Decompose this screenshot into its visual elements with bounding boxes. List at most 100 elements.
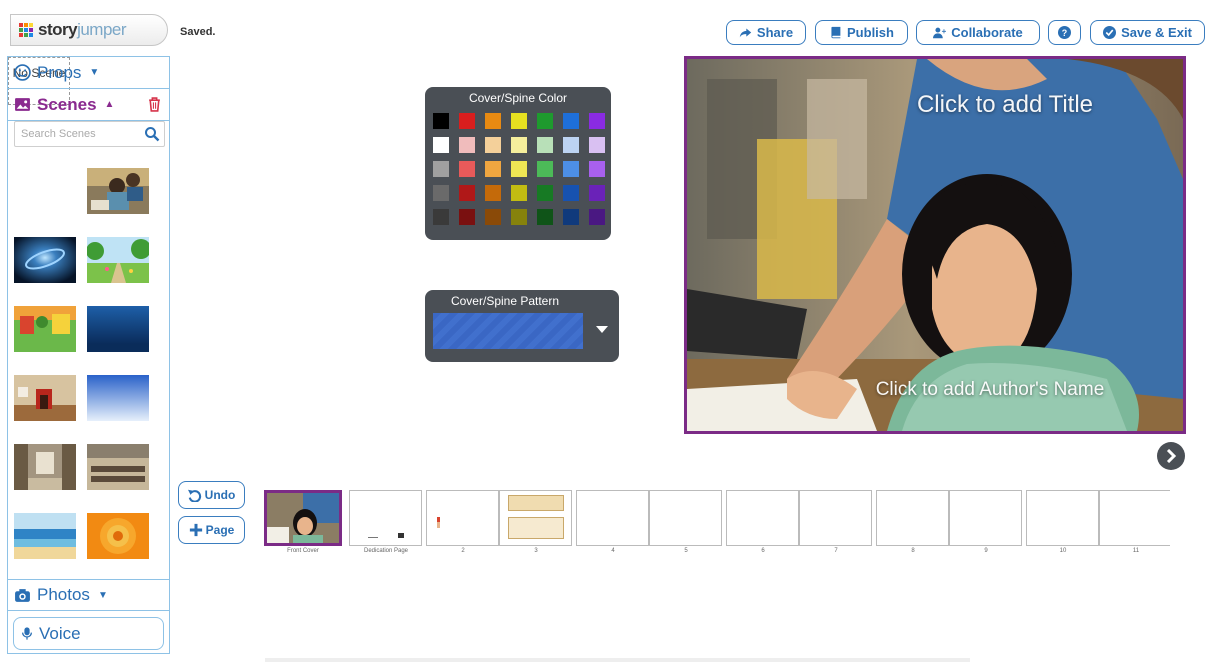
color-swatch[interactable] bbox=[537, 161, 553, 177]
scene-thumb-room[interactable] bbox=[14, 375, 76, 421]
scene-thumb-cafeteria[interactable] bbox=[87, 444, 149, 490]
color-swatch[interactable] bbox=[459, 113, 475, 129]
add-page-button[interactable]: Page bbox=[178, 516, 245, 544]
scene-thumb-classroom[interactable] bbox=[87, 168, 149, 214]
scene-thumb-galaxy[interactable] bbox=[14, 237, 76, 283]
color-swatch[interactable] bbox=[589, 185, 605, 201]
scene-thumb-flower[interactable] bbox=[87, 513, 149, 559]
color-swatch[interactable] bbox=[485, 161, 501, 177]
page-label-6: 6 bbox=[761, 548, 765, 554]
color-swatch[interactable] bbox=[459, 137, 475, 153]
color-panel-title: Cover/Spine Color bbox=[468, 91, 568, 105]
caret-down-icon: ▼ bbox=[97, 589, 108, 601]
svg-text:?: ? bbox=[1062, 28, 1067, 38]
save-exit-button[interactable]: Save & Exit bbox=[1090, 20, 1205, 45]
color-swatch[interactable] bbox=[537, 113, 553, 129]
chevron-right-icon bbox=[1166, 449, 1177, 463]
image-icon bbox=[15, 98, 30, 111]
page-thumb-10[interactable] bbox=[1026, 490, 1099, 546]
color-swatch[interactable] bbox=[511, 185, 527, 201]
color-swatch[interactable] bbox=[589, 137, 605, 153]
page-thumb-front-cover[interactable] bbox=[264, 490, 342, 546]
page-thumb-6[interactable] bbox=[726, 490, 799, 546]
page-thumb-11[interactable] bbox=[1099, 490, 1170, 546]
color-swatch[interactable] bbox=[459, 209, 475, 225]
trash-icon[interactable] bbox=[148, 97, 161, 112]
color-swatch[interactable] bbox=[563, 137, 579, 153]
scene-thumb-playground[interactable] bbox=[14, 306, 76, 352]
page-thumb-7[interactable] bbox=[799, 490, 872, 546]
page-label-8: 8 bbox=[911, 548, 915, 554]
color-swatch[interactable] bbox=[433, 137, 449, 153]
undo-button[interactable]: Undo bbox=[178, 481, 245, 509]
page-thumb-2[interactable] bbox=[426, 490, 499, 546]
scene-thumb-underwater[interactable] bbox=[87, 306, 149, 352]
color-swatch[interactable] bbox=[485, 185, 501, 201]
props-header[interactable]: Props ▼ bbox=[8, 57, 169, 89]
undo-label: Undo bbox=[204, 488, 236, 502]
share-label: Share bbox=[756, 25, 794, 40]
voice-button[interactable]: Voice bbox=[13, 617, 164, 650]
page-thumb-dedication[interactable] bbox=[349, 490, 422, 546]
color-swatch[interactable] bbox=[589, 209, 605, 225]
color-swatch[interactable] bbox=[485, 137, 501, 153]
scene-thumb-hallway[interactable] bbox=[14, 444, 76, 490]
horizontal-scrollbar[interactable] bbox=[265, 658, 970, 662]
search-scenes-input[interactable]: Search Scenes bbox=[14, 121, 165, 147]
color-swatch[interactable] bbox=[589, 113, 605, 129]
color-swatch[interactable] bbox=[537, 209, 553, 225]
color-swatch[interactable] bbox=[459, 185, 475, 201]
color-swatch[interactable] bbox=[433, 209, 449, 225]
cover-title-placeholder[interactable]: Click to add Title bbox=[687, 91, 1183, 119]
scene-thumb-garden[interactable] bbox=[87, 237, 149, 283]
color-swatch[interactable] bbox=[511, 113, 527, 129]
color-swatch[interactable] bbox=[433, 161, 449, 177]
book-cover-canvas[interactable]: Click to add Title Click to add Author's… bbox=[684, 56, 1186, 434]
color-swatch[interactable] bbox=[563, 113, 579, 129]
color-swatch[interactable] bbox=[563, 185, 579, 201]
page-label-5: 5 bbox=[684, 548, 688, 554]
cover-spine-color-panel: Cover/Spine Color bbox=[425, 87, 611, 240]
color-swatch[interactable] bbox=[511, 137, 527, 153]
help-button[interactable]: ? bbox=[1048, 20, 1081, 45]
page-label-7: 7 bbox=[834, 548, 838, 554]
color-swatch[interactable] bbox=[485, 209, 501, 225]
share-arrow-icon bbox=[739, 28, 752, 38]
color-swatch[interactable] bbox=[537, 185, 553, 201]
color-swatch[interactable] bbox=[459, 161, 475, 177]
camera-icon bbox=[15, 588, 30, 602]
color-swatch[interactable] bbox=[511, 161, 527, 177]
page-thumbnail-strip: Front Cover Dedication Page 2 3 4 5 6 7 … bbox=[264, 485, 1170, 560]
publish-button[interactable]: Publish bbox=[815, 20, 908, 45]
next-page-button[interactable] bbox=[1157, 442, 1185, 470]
color-swatch[interactable] bbox=[563, 209, 579, 225]
scenes-header[interactable]: Scenes ▲ bbox=[8, 89, 169, 121]
color-swatch[interactable] bbox=[433, 113, 449, 129]
collaborate-label: Collaborate bbox=[951, 25, 1023, 40]
pattern-dropdown-icon[interactable] bbox=[596, 326, 608, 333]
color-swatch[interactable] bbox=[589, 161, 605, 177]
page-thumb-8[interactable] bbox=[876, 490, 949, 546]
photos-label: Photos bbox=[37, 585, 90, 604]
save-exit-label: Save & Exit bbox=[1121, 25, 1192, 40]
scene-thumb-blue-sky[interactable] bbox=[87, 375, 149, 421]
share-button[interactable]: Share bbox=[726, 20, 806, 45]
color-swatch[interactable] bbox=[563, 161, 579, 177]
page-thumb-3[interactable] bbox=[499, 490, 572, 546]
search-icon[interactable] bbox=[144, 126, 160, 142]
page-label-11: 11 bbox=[1132, 548, 1140, 554]
color-swatch[interactable] bbox=[433, 185, 449, 201]
color-swatch[interactable] bbox=[485, 113, 501, 129]
color-swatch[interactable] bbox=[537, 137, 553, 153]
pattern-swatch[interactable] bbox=[433, 313, 583, 349]
storyjumper-logo[interactable]: story jumper bbox=[10, 14, 168, 46]
collaborate-button[interactable]: Collaborate bbox=[916, 20, 1040, 45]
scene-thumb-beach[interactable] bbox=[14, 513, 76, 559]
cover-author-placeholder[interactable]: Click to add Author's Name bbox=[687, 379, 1183, 401]
page-thumb-4[interactable] bbox=[576, 490, 649, 546]
color-swatch[interactable] bbox=[511, 209, 527, 225]
pattern-panel-title: Cover/Spine Pattern bbox=[450, 294, 560, 308]
page-thumb-5[interactable] bbox=[649, 490, 722, 546]
page-thumb-9[interactable] bbox=[949, 490, 1022, 546]
photos-header[interactable]: Photos ▼ bbox=[8, 579, 169, 611]
